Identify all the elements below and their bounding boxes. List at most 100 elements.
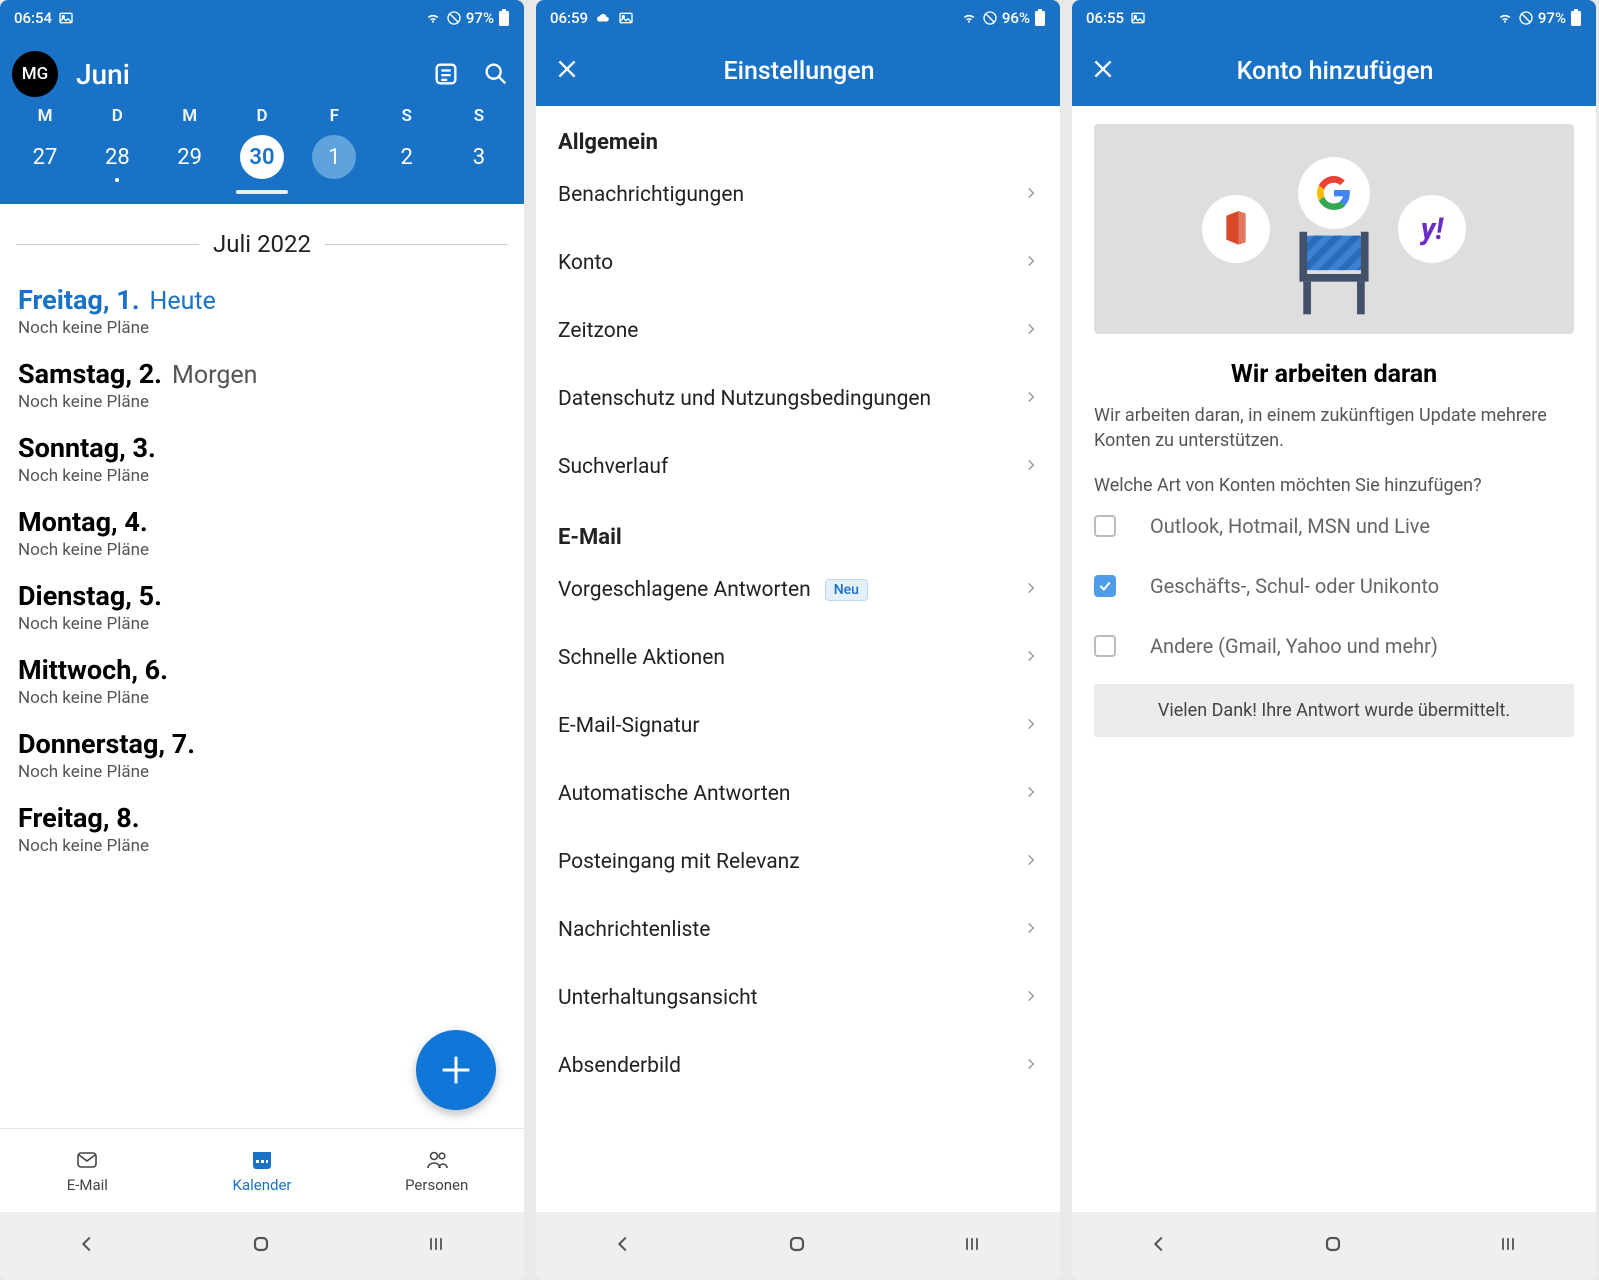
settings-row[interactable]: E-Mail-Signatur [558, 692, 1038, 760]
nav-back-icon[interactable] [76, 1233, 98, 1259]
settings-row[interactable]: Nachrichtenliste [558, 896, 1038, 964]
settings-label: Unterhaltungsansicht [558, 986, 758, 1010]
account-option[interactable]: Outlook, Hotmail, MSN und Live [1094, 496, 1574, 556]
no-disturb-icon [446, 10, 462, 26]
date-cell[interactable]: 27 [18, 134, 72, 180]
settings-label: Absenderbild [558, 1054, 681, 1078]
tab-calendar[interactable]: Kalender [175, 1129, 350, 1212]
settings-row[interactable]: Posteingang mit Relevanz [558, 828, 1038, 896]
nav-recent-icon[interactable] [960, 1234, 984, 1258]
agenda-day[interactable]: Freitag, 1.HeuteNoch keine Pläne [18, 266, 506, 340]
month-divider: Juli 2022 [0, 204, 524, 266]
nav-back-icon[interactable] [1148, 1233, 1170, 1259]
agenda-subtitle: Noch keine Pläne [18, 316, 506, 338]
tab-people[interactable]: Personen [349, 1129, 524, 1212]
search-icon[interactable] [480, 60, 512, 88]
settings-row[interactable]: Suchverlauf [558, 433, 1038, 501]
settings-row[interactable]: Zeitzone [558, 297, 1038, 365]
settings-label: Schnelle Aktionen [558, 646, 725, 670]
option-label: Andere (Gmail, Yahoo und mehr) [1150, 634, 1438, 658]
settings-row[interactable]: Schnelle Aktionen [558, 624, 1038, 692]
chevron-right-icon [1024, 781, 1038, 807]
chevron-right-icon [1024, 318, 1038, 344]
screenshot-icon [1130, 10, 1146, 26]
add-event-fab[interactable] [416, 1030, 496, 1110]
chevron-right-icon [1024, 1053, 1038, 1079]
agenda-day[interactable]: Montag, 4.Noch keine Pläne [18, 488, 506, 562]
date-cell[interactable]: 28 [90, 134, 144, 180]
settings-row[interactable]: Benachrichtigungen [558, 161, 1038, 229]
option-label: Geschäfts-, Schul- oder Unikonto [1150, 574, 1439, 598]
nav-back-icon[interactable] [612, 1233, 634, 1259]
nav-recent-icon[interactable] [424, 1234, 448, 1258]
wifi-icon [1496, 11, 1514, 25]
date-cell[interactable]: 29 [163, 134, 217, 180]
drag-handle[interactable] [236, 190, 288, 194]
settings-label: Zeitzone [558, 319, 638, 343]
settings-row[interactable]: Unterhaltungsansicht [558, 964, 1038, 1032]
settings-label: E-Mail-Signatur [558, 714, 699, 738]
account-option[interactable]: Geschäfts-, Schul- oder Unikonto [1094, 556, 1574, 616]
settings-row[interactable]: Vorgeschlagene AntwortenNeu [558, 556, 1038, 624]
settings-row[interactable]: Automatische Antworten [558, 760, 1038, 828]
checkbox[interactable] [1094, 575, 1116, 597]
battery-icon [498, 9, 510, 27]
agenda-day[interactable]: Samstag, 2.MorgenNoch keine Pläne [18, 340, 506, 414]
no-disturb-icon [982, 10, 998, 26]
chevron-right-icon [1024, 454, 1038, 480]
agenda-date: Freitag, 1. [18, 284, 140, 316]
date-cell[interactable]: 30 [235, 134, 289, 180]
agenda-day[interactable]: Donnerstag, 7.Noch keine Pläne [18, 710, 506, 784]
tab-email[interactable]: E-Mail [0, 1129, 175, 1212]
agenda-view-icon[interactable] [430, 60, 462, 88]
settings-label: Automatische Antworten [558, 782, 791, 806]
appbar: Einstellungen [536, 36, 1060, 106]
date-cell[interactable]: 3 [452, 134, 506, 180]
google-icon [1298, 157, 1370, 229]
settings-row[interactable]: Absenderbild [558, 1032, 1038, 1100]
divider-month-label: Juli 2022 [213, 230, 311, 258]
nav-home-icon[interactable] [1321, 1232, 1345, 1260]
battery-icon [1570, 9, 1582, 27]
agenda-date: Montag, 4. [18, 506, 148, 538]
wifi-icon [424, 11, 442, 25]
screen-calendar: 06:54 97% MG Juni MDMDFSS 27282930123 [0, 0, 524, 1280]
checkbox[interactable] [1094, 635, 1116, 657]
status-battery: 97% [466, 9, 494, 27]
nav-home-icon[interactable] [785, 1232, 809, 1260]
android-navbar [0, 1212, 524, 1280]
agenda-date: Dienstag, 5. [18, 580, 162, 612]
settings-row[interactable]: Konto [558, 229, 1038, 297]
agenda-list[interactable]: Freitag, 1.HeuteNoch keine PläneSamstag,… [0, 266, 524, 1128]
agenda-day[interactable]: Freitag, 8.Noch keine Pläne [18, 784, 506, 858]
screenshot-icon [58, 10, 74, 26]
chevron-right-icon [1024, 250, 1038, 276]
nav-recent-icon[interactable] [1496, 1234, 1520, 1258]
agenda-day[interactable]: Dienstag, 5.Noch keine Pläne [18, 562, 506, 636]
weekday-head: D [235, 106, 289, 126]
account-option[interactable]: Andere (Gmail, Yahoo und mehr) [1094, 616, 1574, 676]
agenda-subtitle: Noch keine Pläne [18, 686, 506, 708]
section-general: Allgemein [558, 106, 1038, 161]
wip-body: Wir arbeiten daran, in einem zukünftigen… [1094, 403, 1574, 453]
date-cell[interactable]: 2 [380, 134, 434, 180]
android-navbar [1072, 1212, 1596, 1280]
status-time: 06:54 [14, 9, 52, 27]
settings-label: Nachrichtenliste [558, 918, 710, 942]
agenda-subtitle: Noch keine Pläne [18, 464, 506, 486]
avatar[interactable]: MG [12, 51, 58, 97]
checkbox[interactable] [1094, 515, 1116, 537]
month-title[interactable]: Juni [76, 58, 412, 91]
screenshot-icon [618, 10, 634, 26]
agenda-day[interactable]: Sonntag, 3.Noch keine Pläne [18, 414, 506, 488]
cloud-icon [594, 11, 612, 25]
wip-question: Welche Art von Konten möchten Sie hinzuf… [1094, 453, 1574, 496]
android-navbar [536, 1212, 1060, 1280]
appbar: Konto hinzufügen [1072, 36, 1596, 106]
date-cell[interactable]: 1 [307, 134, 361, 180]
settings-row[interactable]: Datenschutz und Nutzungsbedingungen [558, 365, 1038, 433]
chevron-right-icon [1024, 182, 1038, 208]
agenda-day[interactable]: Mittwoch, 6.Noch keine Pläne [18, 636, 506, 710]
weekday-head: S [452, 106, 506, 126]
nav-home-icon[interactable] [249, 1232, 273, 1260]
